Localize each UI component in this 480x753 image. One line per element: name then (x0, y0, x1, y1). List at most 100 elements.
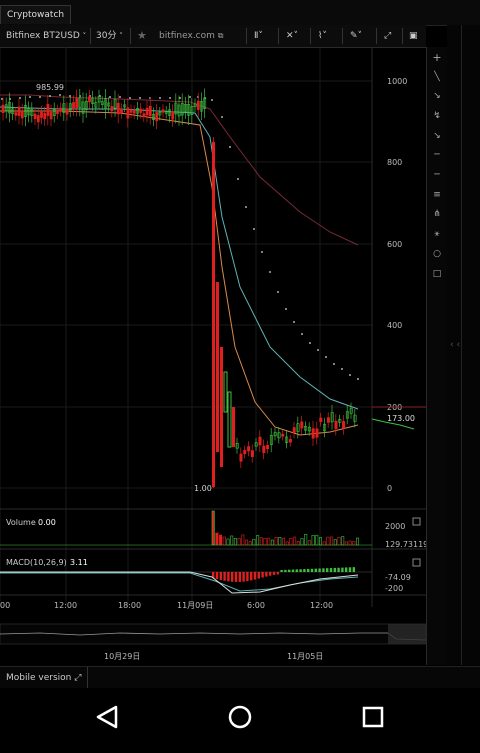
candle-body (334, 420, 338, 429)
candle-type-icon[interactable]: Ⅱ˅ (254, 25, 263, 47)
crosshair-icon[interactable]: ✕˅ (286, 25, 298, 47)
candle-body (281, 433, 285, 437)
circle-tool-icon[interactable]: ○ (427, 245, 447, 263)
volume-bar (245, 539, 249, 546)
settings-panel-icon[interactable]: ▣ (409, 25, 418, 47)
candle-body (88, 96, 91, 103)
line-tool-icon[interactable]: ╲ (427, 68, 447, 86)
rectangle-tool-icon[interactable]: □ (427, 265, 447, 283)
expand-panel-icon[interactable]: ‹ ‹ (450, 340, 460, 350)
macd-bar (299, 569, 302, 572)
macd-bar (291, 569, 295, 572)
macd-bar (272, 572, 276, 575)
sar-dot (333, 363, 335, 365)
close-macd-icon[interactable] (412, 558, 421, 567)
volume-bar (348, 540, 352, 546)
macd-bar (253, 572, 257, 580)
candle-body (40, 111, 43, 118)
home-icon[interactable] (228, 705, 252, 729)
extended-line-icon[interactable]: ↘ (427, 127, 447, 145)
exchange-label: bitfinex.com (159, 31, 215, 41)
indicators-icon[interactable]: ⌇˅ (318, 25, 327, 47)
fullscreen-icon[interactable]: ⤢ (384, 25, 391, 47)
ray-tool-icon[interactable]: ↯ (427, 107, 447, 125)
chart-area[interactable]: 1000 800 600 400 200 0 173.00 985.99 1.0… (0, 47, 426, 666)
recents-icon[interactable] (362, 706, 384, 728)
interval-label: 30分 (96, 31, 117, 41)
fib-levels-icon[interactable]: ≡ (427, 186, 447, 204)
candle-body (14, 112, 18, 116)
mobile-version-label: Mobile version (6, 673, 72, 683)
overview-window-handle[interactable] (388, 624, 426, 644)
macd-bar (333, 567, 336, 572)
candle-body (72, 102, 75, 110)
candle-body (142, 113, 146, 117)
interval-selector[interactable]: 30分 ˅ (96, 25, 123, 47)
divider (461, 25, 462, 665)
market-selector[interactable]: Bitfinex BT2USD ˅ (6, 25, 86, 47)
sar-dot (237, 178, 239, 180)
macd-bar (223, 572, 226, 581)
divider (278, 28, 279, 44)
macd-bar (227, 572, 230, 582)
app-tab[interactable]: Cryptowatch (0, 5, 72, 24)
drawing-pen-icon[interactable]: ✎˅ (350, 25, 362, 47)
sar-dot (129, 97, 131, 99)
candle-body (110, 106, 114, 112)
divider (402, 28, 403, 44)
candle-body (33, 113, 37, 120)
macd-axis-bottom: -200 (385, 584, 403, 593)
pattern-tool-icon[interactable]: ⚹ (427, 225, 447, 243)
horizontal-line-icon[interactable]: ─ (427, 146, 447, 164)
ma-mid-line (0, 106, 359, 410)
macd-bar (341, 567, 344, 572)
volume-axis-value: 129.73119 (385, 540, 426, 549)
volume-bar (267, 537, 271, 546)
low-annotation: 1.00 (194, 484, 212, 493)
horizontal-ray-icon[interactable]: ─ (427, 166, 447, 184)
macd-bar (314, 568, 317, 572)
candle-body (126, 107, 130, 119)
divider (130, 28, 131, 44)
volume-bar (281, 537, 285, 546)
close-volume-icon[interactable] (412, 517, 421, 526)
sar-dot (19, 97, 21, 99)
title-bar: Cryptowatch (0, 0, 480, 26)
macd-bar (303, 569, 306, 572)
mobile-version-link[interactable]: Mobile version ⤢ (0, 667, 89, 689)
exchange-link[interactable]: bitfinex.com ⧉ (159, 25, 224, 47)
pitchfork-icon[interactable]: ⋔ (427, 205, 447, 223)
divider (376, 28, 377, 44)
macd-axis-value: -74.09 (385, 573, 411, 582)
volume-axis-top: 2000 (385, 522, 405, 531)
volume-bar (259, 537, 263, 546)
macd-bar (295, 569, 298, 572)
crash-candle (220, 347, 223, 467)
star-icon[interactable]: ★ (137, 25, 147, 47)
macd-bar (231, 572, 234, 582)
volume-bar (241, 534, 245, 546)
divider (310, 28, 311, 44)
arrow-tool-icon[interactable]: ↘ (427, 87, 447, 105)
sar-dot (179, 97, 181, 99)
volume-bar (296, 540, 300, 546)
price-tick-400: 400 (387, 321, 402, 330)
volume-bar (337, 536, 341, 546)
back-icon[interactable] (96, 705, 118, 729)
market-label: Bitfinex BT2USD (6, 31, 80, 41)
sar-dot (109, 96, 111, 98)
candle-body (171, 111, 175, 120)
volume-bar (341, 536, 345, 546)
sar-dot (253, 228, 255, 230)
sar-dot (29, 96, 31, 98)
sar-dot (119, 96, 121, 98)
candle-body (239, 453, 243, 462)
time-tick: 18:00 (118, 601, 141, 610)
candle-body (145, 107, 149, 116)
volume-bar (237, 538, 241, 546)
resize-icon: ⤢ (74, 673, 82, 683)
sar-dot (301, 333, 303, 335)
crosshair-tool-icon[interactable]: + (427, 49, 447, 67)
sar-dot (59, 94, 61, 96)
macd-bar (250, 572, 253, 581)
